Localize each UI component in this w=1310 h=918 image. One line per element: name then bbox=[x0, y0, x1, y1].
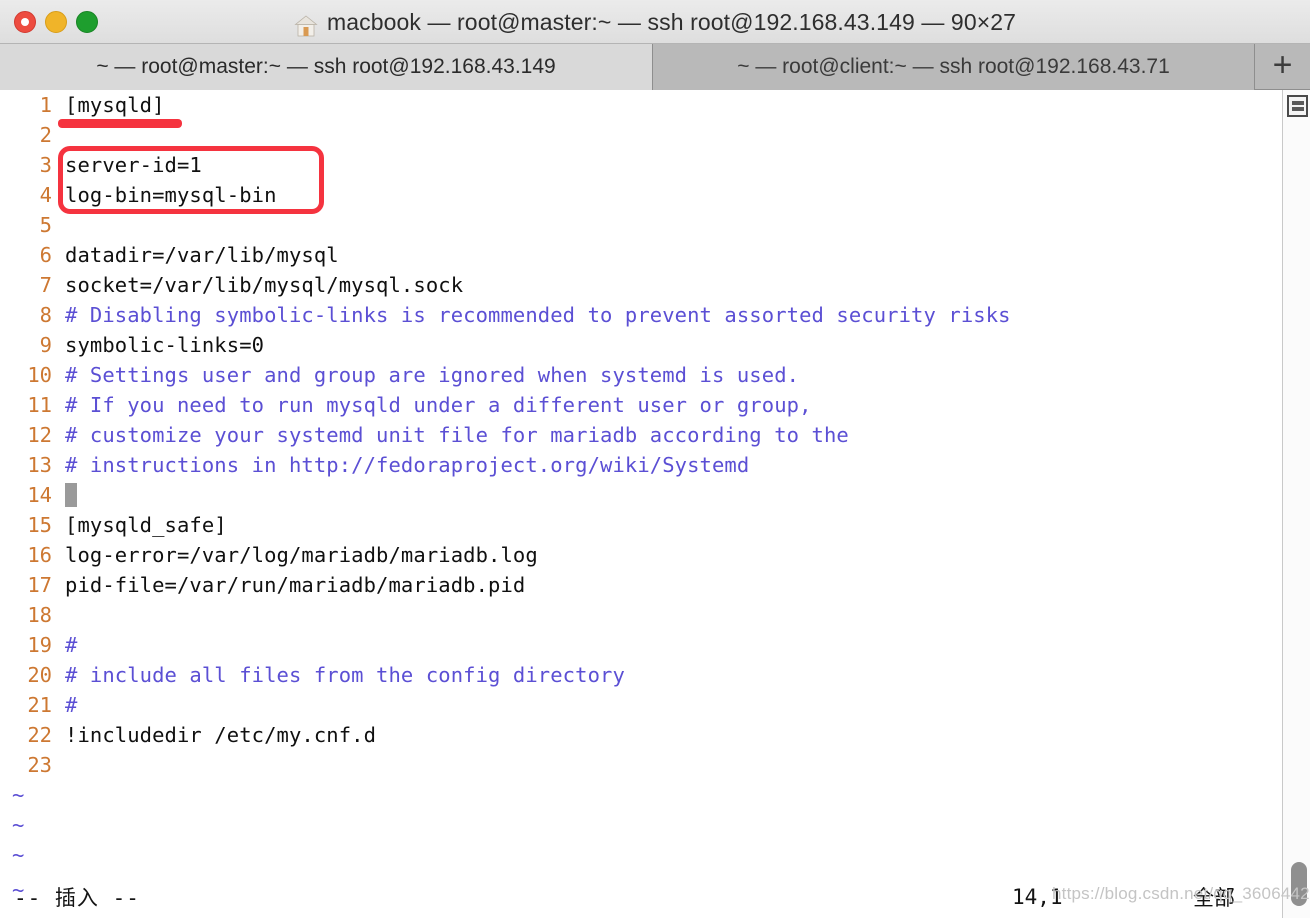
empty-line-row: ~ bbox=[0, 780, 1011, 810]
line-number: 21 bbox=[27, 693, 52, 717]
vim-editor-pane[interactable]: 1 [mysqld] 2 3 server-id=1 4 log-bin=mysql-bin… bbox=[0, 90, 1310, 918]
code-line: 15 [mysqld_safe] bbox=[0, 510, 1011, 540]
code-line: 8 # Disabling symbolic-links is recommend… bbox=[0, 300, 1011, 330]
empty-line-marker: ~ bbox=[12, 813, 25, 837]
line-content: # Disabling symbolic-links is recommende… bbox=[65, 303, 1011, 327]
line-content: socket=/var/lib/mysql/mysql.sock bbox=[65, 273, 464, 297]
empty-line-row: ~ bbox=[0, 840, 1011, 870]
traffic-light-group bbox=[14, 10, 98, 33]
line-number: 9 bbox=[39, 333, 52, 357]
zoom-button[interactable] bbox=[76, 10, 98, 33]
line-number: 22 bbox=[27, 723, 52, 747]
line-content: # If you need to run mysqld under a diff… bbox=[65, 393, 812, 417]
line-content: log-bin=mysql-bin bbox=[65, 183, 277, 207]
plus-icon: + bbox=[1272, 45, 1293, 84]
code-line: 21 # bbox=[0, 690, 1011, 720]
text-cursor bbox=[65, 483, 77, 507]
code-line: 10 # Settings user and group are ignored … bbox=[0, 360, 1011, 390]
close-button[interactable] bbox=[14, 10, 36, 33]
vim-status-bar: ~ -- 插入 -- 14,1 全部 bbox=[0, 876, 1310, 918]
line-number: 12 bbox=[27, 423, 52, 447]
line-number: 1 bbox=[39, 93, 52, 117]
code-line: 1 [mysqld] bbox=[0, 90, 1011, 120]
line-number: 23 bbox=[27, 753, 52, 777]
new-tab-button[interactable]: + bbox=[1255, 44, 1310, 89]
code-line: 18 bbox=[0, 600, 1011, 630]
line-content: datadir=/var/lib/mysql bbox=[65, 243, 339, 267]
tab-client[interactable]: ~ — root@client:~ — ssh root@192.168.43.… bbox=[653, 44, 1255, 90]
tab-bar: ~ — root@master:~ — ssh root@192.168.43.… bbox=[0, 44, 1310, 90]
line-content: # customize your systemd unit file for m… bbox=[65, 423, 849, 447]
code-line: 13 # instructions in http://fedoraproject… bbox=[0, 450, 1011, 480]
tab-master-label: ~ — root@master:~ — ssh root@192.168.43.… bbox=[96, 55, 556, 78]
code-line: 4 log-bin=mysql-bin bbox=[0, 180, 1011, 210]
line-number: 8 bbox=[39, 303, 52, 327]
line-number: 17 bbox=[27, 573, 52, 597]
line-content bbox=[52, 480, 77, 510]
line-number: 4 bbox=[39, 183, 52, 207]
line-number: 20 bbox=[27, 663, 52, 687]
code-line: 19 # bbox=[0, 630, 1011, 660]
code-line: 22 !includedir /etc/my.cnf.d bbox=[0, 720, 1011, 750]
code-line: 23 bbox=[0, 750, 1011, 780]
line-number: 18 bbox=[27, 603, 52, 627]
code-line: 20 # include all files from the config di… bbox=[0, 660, 1011, 690]
line-number: 11 bbox=[27, 393, 52, 417]
line-content: [mysqld] bbox=[65, 93, 165, 117]
terminal-window: macbook — root@master:~ — ssh root@192.1… bbox=[0, 0, 1310, 918]
line-content: pid-file=/var/run/mariadb/mariadb.pid bbox=[65, 573, 526, 597]
code-line: 11 # If you need to run mysqld under a di… bbox=[0, 390, 1011, 420]
status-cursor-position: 14,1 bbox=[1012, 885, 1063, 909]
line-number: 7 bbox=[39, 273, 52, 297]
code-line: 16 log-error=/var/log/mariadb/mariadb.log bbox=[0, 540, 1011, 570]
line-content: # instructions in http://fedoraproject.o… bbox=[65, 453, 750, 477]
line-content: [mysqld_safe] bbox=[65, 513, 227, 537]
line-number: 5 bbox=[39, 213, 52, 237]
line-content: # include all files from the config dire… bbox=[65, 663, 625, 687]
line-number: 3 bbox=[39, 153, 52, 177]
line-content: # Settings user and group are ignored wh… bbox=[65, 363, 800, 387]
line-number: 13 bbox=[27, 453, 52, 477]
code-line: 3 server-id=1 bbox=[0, 150, 1011, 180]
code-lines: 1 [mysqld] 2 3 server-id=1 4 log-bin=mysql-bin… bbox=[0, 90, 1011, 870]
line-content: log-error=/var/log/mariadb/mariadb.log bbox=[65, 543, 538, 567]
annotation-underline-mysqld bbox=[58, 119, 182, 128]
line-number: 14 bbox=[27, 483, 52, 507]
line-content: server-id=1 bbox=[65, 153, 202, 177]
line-content: # bbox=[65, 693, 78, 717]
line-number: 19 bbox=[27, 633, 52, 657]
empty-line-row: ~ bbox=[0, 810, 1011, 840]
code-line: 6 datadir=/var/lib/mysql bbox=[0, 240, 1011, 270]
line-content: !includedir /etc/my.cnf.d bbox=[65, 723, 377, 747]
code-line: 14 bbox=[0, 480, 1011, 510]
list-view-icon-bar bbox=[1291, 101, 1304, 105]
empty-line-marker-overflow: ~ bbox=[12, 878, 25, 902]
line-number: 15 bbox=[27, 513, 52, 537]
line-number: 10 bbox=[27, 363, 52, 387]
status-scope: 全部 bbox=[1193, 886, 1235, 910]
line-number: 16 bbox=[27, 543, 52, 567]
tab-master[interactable]: ~ — root@master:~ — ssh root@192.168.43.… bbox=[0, 44, 653, 90]
line-content: # bbox=[65, 633, 78, 657]
code-line: 9 symbolic-links=0 bbox=[0, 330, 1011, 360]
recording-dot-icon bbox=[21, 17, 29, 26]
line-number: 6 bbox=[39, 243, 52, 267]
code-line: 17 pid-file=/var/run/mariadb/mariadb.pid bbox=[0, 570, 1011, 600]
list-view-icon[interactable] bbox=[1287, 95, 1308, 117]
window-titlebar bbox=[0, 0, 1310, 44]
code-line: 12 # customize your systemd unit file for… bbox=[0, 420, 1011, 450]
code-line: 5 bbox=[0, 210, 1011, 240]
line-content: symbolic-links=0 bbox=[65, 333, 265, 357]
list-view-icon-bar bbox=[1291, 107, 1304, 111]
empty-line-marker: ~ bbox=[12, 783, 25, 807]
minimize-button[interactable] bbox=[45, 10, 67, 33]
code-line: 7 socket=/var/lib/mysql/mysql.sock bbox=[0, 270, 1011, 300]
line-number: 2 bbox=[39, 123, 52, 147]
right-rail bbox=[1282, 90, 1310, 918]
tab-client-label: ~ — root@client:~ — ssh root@192.168.43.… bbox=[737, 55, 1170, 78]
empty-line-marker: ~ bbox=[12, 843, 25, 867]
status-mode: -- 插入 -- bbox=[14, 886, 140, 910]
